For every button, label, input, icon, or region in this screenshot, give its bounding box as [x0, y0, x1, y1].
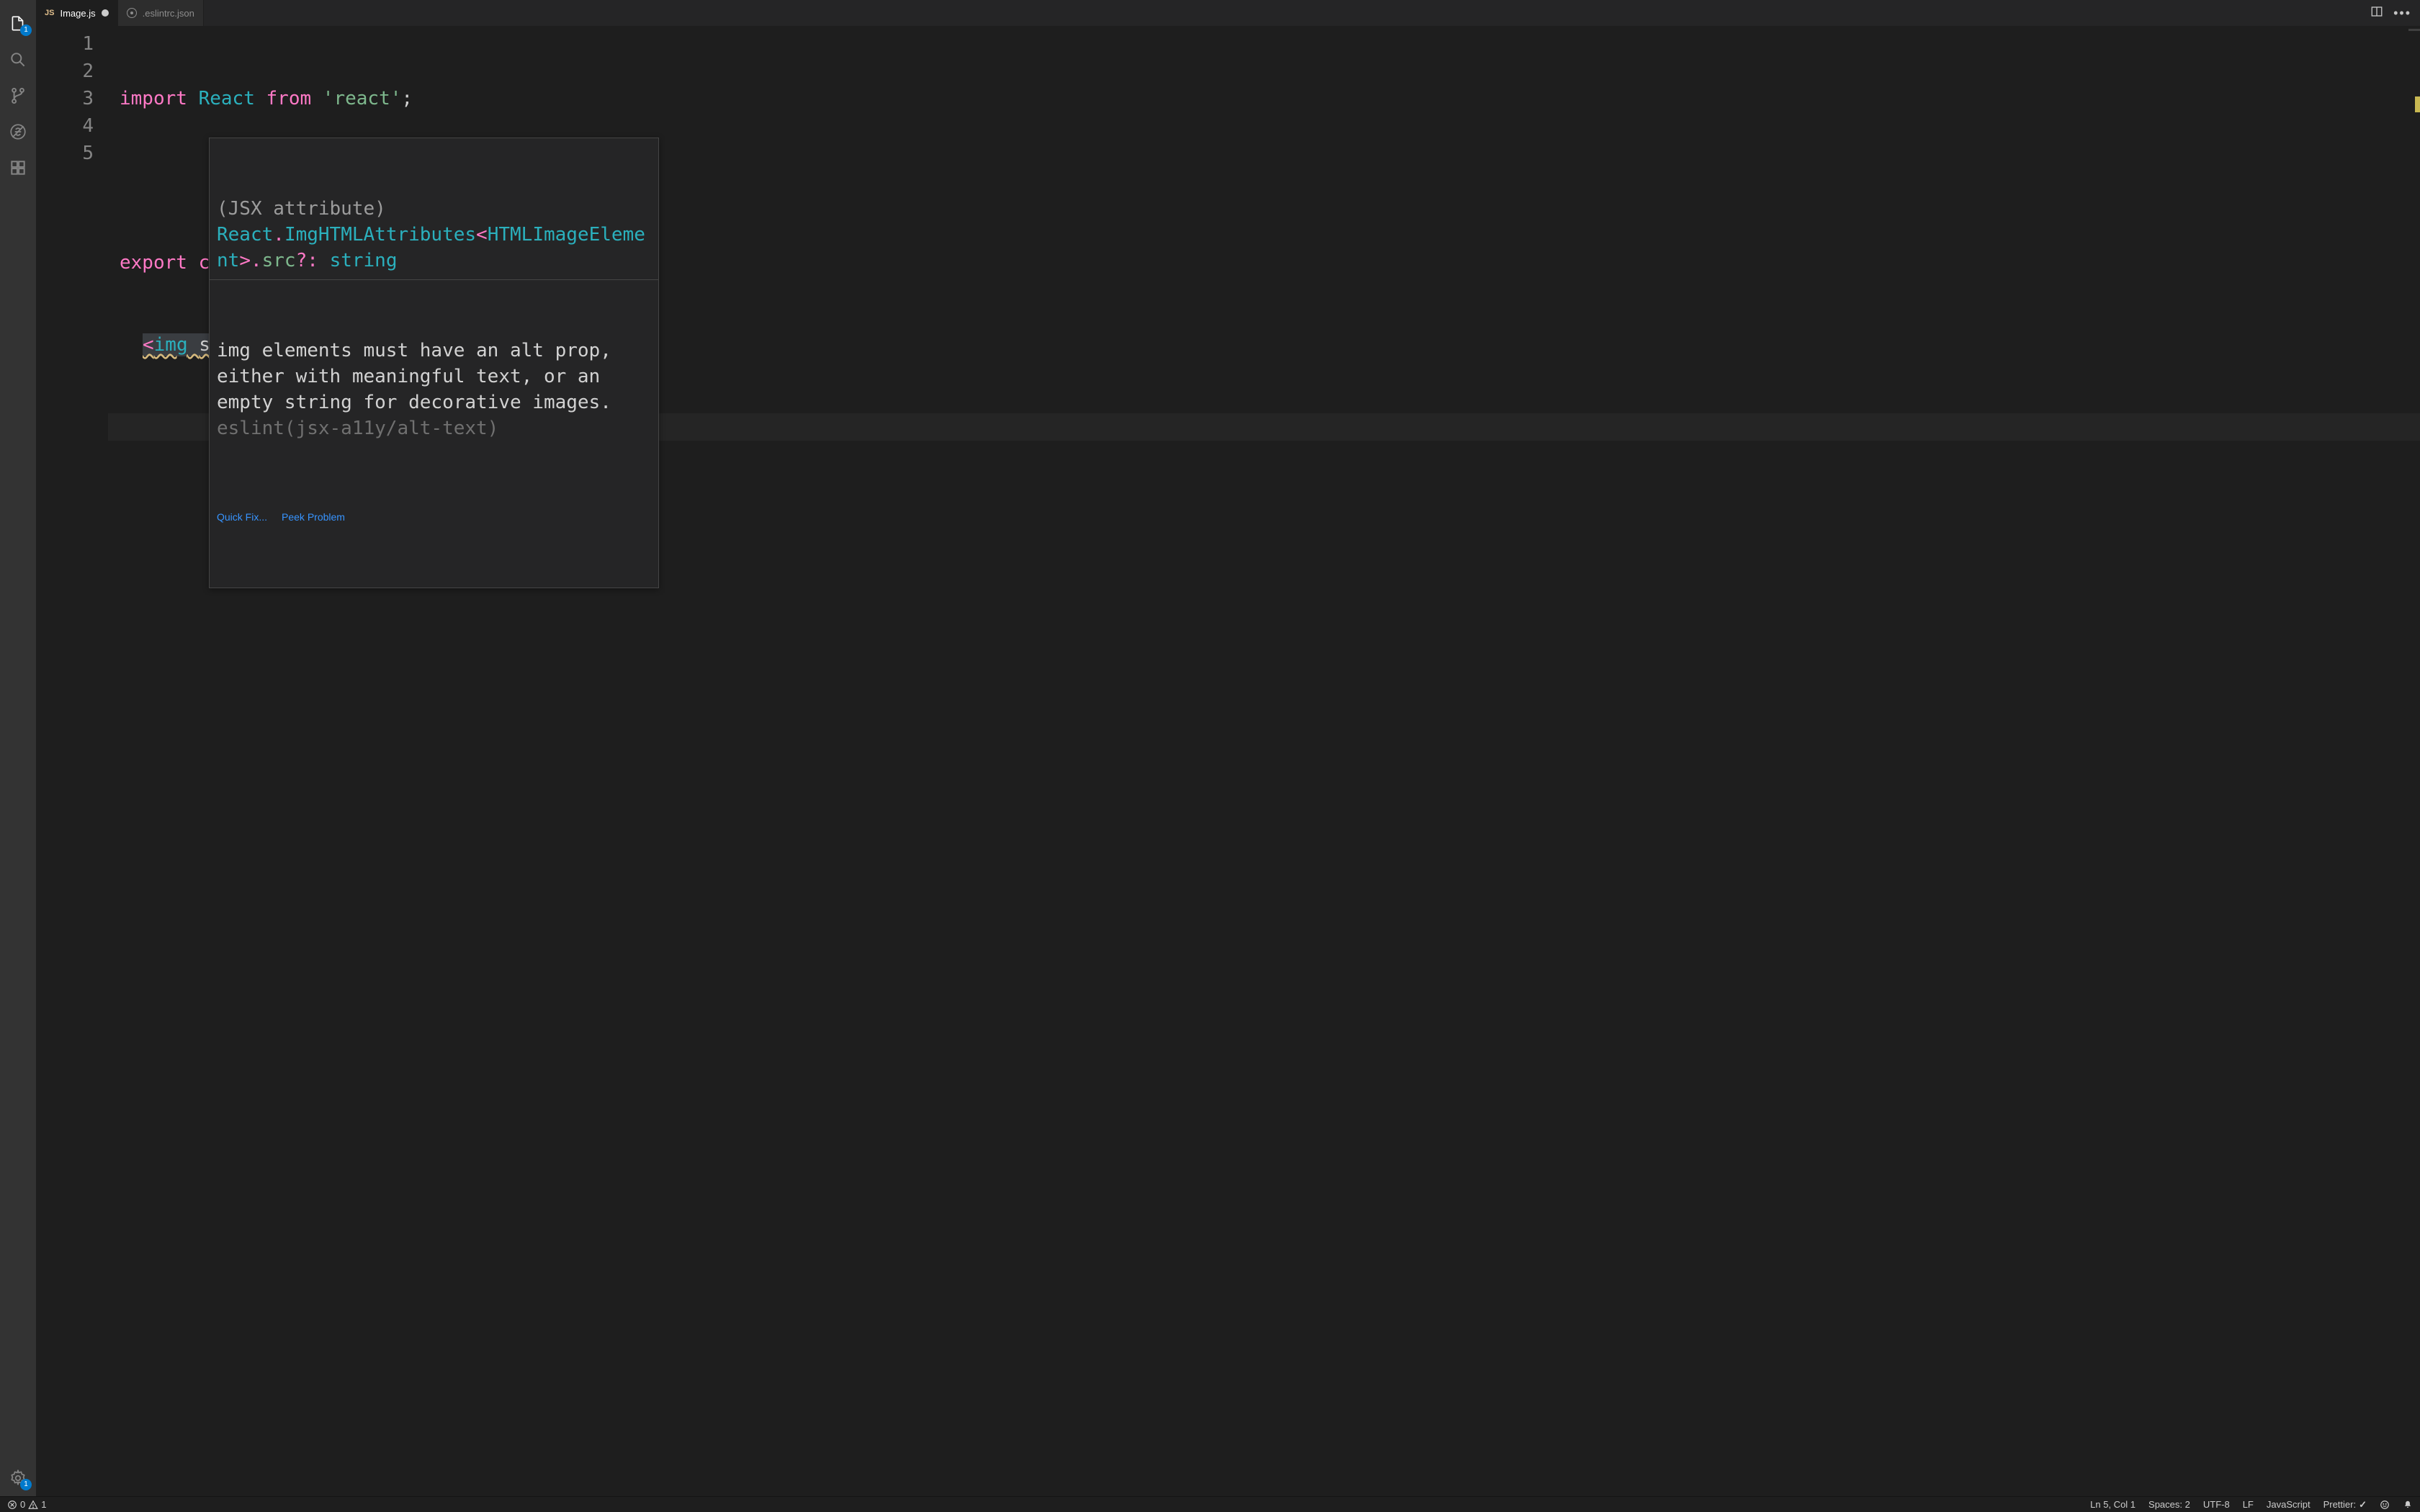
line-number: 5 [36, 140, 94, 167]
quick-fix-link[interactable]: Quick Fix... [217, 504, 267, 530]
problems-status[interactable]: 0 1 [7, 1499, 46, 1510]
editor-group: JS Image.js .eslintrc.json ••• 1 2 3 [36, 0, 2420, 1496]
overview-warning-mark [2415, 96, 2420, 112]
line-number-gutter: 1 2 3 4 5 [36, 26, 108, 1496]
warning-count: 1 [41, 1499, 46, 1510]
tab-bar: JS Image.js .eslintrc.json ••• [36, 0, 2420, 26]
smile-icon [2380, 1500, 2390, 1510]
tab-label: .eslintrc.json [143, 8, 194, 19]
hover-actions: Quick Fix... Peek Problem [210, 499, 658, 536]
no-bug-icon [9, 122, 27, 141]
line-number: 1 [36, 30, 94, 58]
editor-surface[interactable]: 1 2 3 4 5 import React from 'react'; exp… [36, 26, 2420, 1496]
split-editor-button[interactable] [2370, 5, 2383, 22]
branch-icon [9, 86, 27, 105]
javascript-file-icon: JS [45, 9, 54, 17]
code-area[interactable]: import React from 'react'; export const … [108, 26, 2420, 1496]
activity-bar-bottom: 1 [0, 1460, 36, 1496]
status-left: 0 1 [7, 1499, 46, 1510]
line-number: 2 [36, 58, 94, 85]
explorer-badge: 1 [20, 24, 32, 36]
activity-bar: 1 1 [0, 0, 36, 1496]
hover-tooltip: (JSX attribute) React.ImgHTMLAttributes<… [209, 138, 659, 588]
code-line: import React from 'react'; [108, 85, 2420, 112]
split-icon [2370, 5, 2383, 18]
status-bar: 0 1 Ln 5, Col 1 Spaces: 2 UTF-8 LF JavaS… [0, 1496, 2420, 1512]
eol-status[interactable]: LF [2243, 1499, 2254, 1510]
tab-eslintrc-json[interactable]: .eslintrc.json [118, 0, 204, 26]
bell-icon [2403, 1500, 2413, 1510]
error-icon [7, 1500, 17, 1510]
tab-label: Image.js [60, 8, 95, 19]
prettier-status[interactable]: Prettier: ✓ [2323, 1499, 2367, 1511]
overview-mark [2408, 29, 2420, 31]
encoding-status[interactable]: UTF-8 [2203, 1499, 2230, 1510]
search-icon [9, 50, 27, 69]
json-file-icon [127, 8, 137, 18]
language-mode-status[interactable]: JavaScript [2267, 1499, 2311, 1510]
activity-bar-top: 1 [0, 6, 36, 186]
source-control-activity[interactable] [0, 78, 36, 114]
feedback-button[interactable] [2380, 1500, 2390, 1510]
extensions-icon [9, 158, 27, 177]
extensions-activity[interactable] [0, 150, 36, 186]
indentation-status[interactable]: Spaces: 2 [2148, 1499, 2190, 1510]
more-actions-button[interactable]: ••• [2393, 6, 2411, 19]
notifications-button[interactable] [2403, 1500, 2413, 1510]
tab-image-js[interactable]: JS Image.js [36, 0, 118, 26]
settings-activity[interactable]: 1 [0, 1460, 36, 1496]
search-activity[interactable] [0, 42, 36, 78]
explorer-activity[interactable]: 1 [0, 6, 36, 42]
hover-signature: (JSX attribute) React.ImgHTMLAttributes<… [210, 190, 658, 280]
error-count: 0 [20, 1499, 25, 1510]
status-right: Ln 5, Col 1 Spaces: 2 UTF-8 LF JavaScrip… [2090, 1499, 2413, 1511]
settings-badge: 1 [20, 1479, 32, 1490]
hover-diagnostic-message: img elements must have an alt prop, eith… [210, 332, 658, 447]
overview-ruler[interactable] [2408, 26, 2420, 1496]
debug-activity[interactable] [0, 114, 36, 150]
editor-toolbar: ••• [2362, 0, 2420, 26]
check-icon: ✓ [2359, 1499, 2367, 1511]
cursor-position[interactable]: Ln 5, Col 1 [2090, 1499, 2136, 1510]
warning-icon [28, 1500, 38, 1510]
line-number: 4 [36, 112, 94, 140]
peek-problem-link[interactable]: Peek Problem [282, 504, 345, 530]
tab-dirty-indicator [102, 9, 109, 17]
line-number: 3 [36, 85, 94, 112]
